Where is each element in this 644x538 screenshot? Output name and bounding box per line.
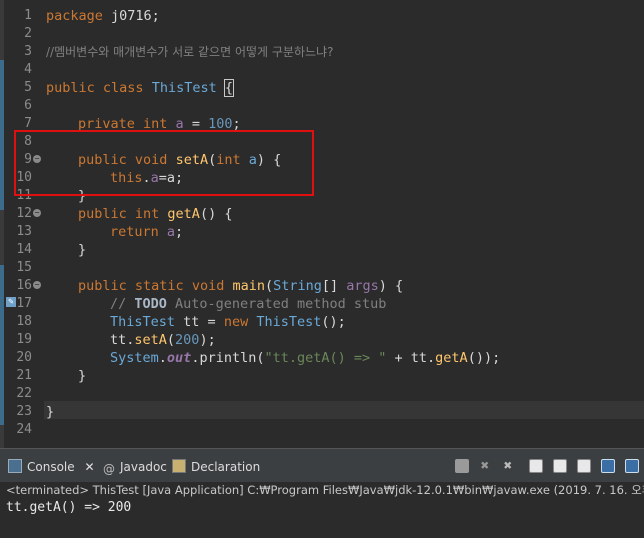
object-creation: ThisTest tt = new ThisTest(); <box>110 313 346 331</box>
tab-console[interactable]: Console ✕ <box>8 458 95 476</box>
console-tab-bar: Console ✕ @ Javadoc Declaration ✖ ✖ <box>0 448 644 482</box>
line-number: 18 <box>16 314 32 329</box>
tab-label: Console <box>27 460 75 474</box>
tab-label: Declaration <box>191 460 261 474</box>
keyword: public <box>78 206 127 222</box>
open-console-icon[interactable] <box>625 459 639 473</box>
println-call: System.out.println("tt.getA() => " + tt.… <box>110 349 500 367</box>
line-number: 14 <box>16 242 32 257</box>
close-brace: } <box>78 368 87 384</box>
return-statement: return a; <box>110 223 183 241</box>
type-name: ThisTest <box>248 314 322 330</box>
javadoc-icon: @ <box>103 462 115 476</box>
dot: . <box>158 350 167 366</box>
paren: ) { <box>378 278 404 294</box>
type-name: System <box>110 350 159 366</box>
tab-javadoc[interactable]: @ Javadoc <box>103 458 167 476</box>
terminate-icon[interactable] <box>455 459 469 473</box>
paren: ()); <box>467 350 501 366</box>
todo-tag: TODO <box>134 296 167 312</box>
field-name: a <box>158 224 176 240</box>
param-name: args <box>346 278 379 294</box>
declaration-icon <box>172 459 186 473</box>
method-name: getA <box>435 350 468 366</box>
paren: ); <box>199 332 216 348</box>
code-editor[interactable]: 1 2 3 4 5 6 7 8 9 10 11 12 13 14 15 16 1… <box>0 0 644 448</box>
getA-declaration: public int getA() { <box>78 205 232 223</box>
line-number: 22 <box>16 386 32 401</box>
variable: tt = <box>175 314 224 330</box>
number-literal: 200 <box>175 332 200 348</box>
fold-icon[interactable]: − <box>33 209 41 217</box>
word-wrap-icon[interactable] <box>553 459 567 473</box>
paren: () { <box>199 206 233 222</box>
line-number: 21 <box>16 368 32 383</box>
keyword: int <box>126 206 168 222</box>
remove-all-icon[interactable]: ✖ <box>501 459 515 473</box>
console-icon <box>8 459 22 473</box>
code-line-1: package j0716; <box>46 7 160 25</box>
pin-console-icon[interactable] <box>577 459 591 473</box>
close-icon[interactable]: ✕ <box>84 460 94 474</box>
line-number: 6 <box>24 98 32 113</box>
scroll-lock-icon[interactable] <box>529 459 543 473</box>
line-number: 20 <box>16 350 32 365</box>
red-highlight-box <box>14 130 314 196</box>
line-number: 15 <box>16 260 32 275</box>
field-name: out <box>166 350 192 366</box>
paren: ( <box>166 332 176 348</box>
array-brackets: [] <box>321 278 347 294</box>
comment-line: //멤버변수와 매개변수가 서로 같으면 어떻게 구분하느냐? <box>46 45 334 59</box>
line-number: 5 <box>24 80 32 95</box>
console-status: <terminated> ThisTest [Java Application]… <box>0 482 644 498</box>
operator: + tt. <box>386 350 436 366</box>
line-number: 19 <box>16 332 32 347</box>
method-name: setA <box>134 332 167 348</box>
fold-icon[interactable]: − <box>33 281 41 289</box>
annotation-icon[interactable]: ✎ <box>6 297 16 307</box>
paren: (); <box>321 314 346 330</box>
keyword: static <box>126 278 192 294</box>
type-name: String <box>273 278 322 294</box>
tab-label: Javadoc <box>120 460 167 474</box>
current-line-highlight <box>44 401 644 419</box>
package-name: j0716; <box>102 8 160 24</box>
line-number: 4 <box>24 62 32 77</box>
close-brace: } <box>78 242 87 258</box>
tab-declaration[interactable]: Declaration <box>172 458 260 476</box>
comment-text: Auto-generated method stub <box>166 296 387 312</box>
comment-slashes: // <box>110 296 135 312</box>
line-number: 3 <box>24 44 32 59</box>
line-number: 23 <box>16 404 32 419</box>
setA-call: tt.setA(200); <box>110 331 216 349</box>
method-call: .println( <box>191 350 265 366</box>
keyword: void <box>191 278 233 294</box>
line-number: 2 <box>24 26 32 41</box>
display-console-icon[interactable] <box>601 459 615 473</box>
string-literal: "tt.getA() => " <box>264 350 387 366</box>
semicolon: ; <box>175 224 184 240</box>
class-declaration: public class ThisTest { <box>46 79 235 97</box>
type-name: ThisTest <box>110 314 176 330</box>
line-number: 24 <box>16 422 32 437</box>
line-number: 13 <box>16 224 32 239</box>
line-number: 1 <box>24 8 32 23</box>
console-output[interactable]: tt.getA() => 200 <box>0 498 644 538</box>
remove-launch-icon[interactable]: ✖ <box>478 459 492 473</box>
method-name: getA <box>167 206 200 222</box>
keyword: return <box>110 224 159 240</box>
class-name: ThisTest <box>151 80 217 96</box>
variable: tt. <box>110 332 135 348</box>
keyword: class <box>94 80 152 96</box>
matching-brace: { <box>223 79 235 97</box>
keyword: package <box>46 8 103 24</box>
close-brace: } <box>46 404 55 420</box>
keyword: public <box>46 80 95 96</box>
main-declaration: public static void main(String[] args) { <box>78 277 403 295</box>
method-name: main <box>232 278 265 294</box>
todo-comment: // TODO Auto-generated method stub <box>110 295 386 313</box>
keyword: public <box>78 278 127 294</box>
paren: ( <box>264 278 274 294</box>
keyword: new <box>223 314 249 330</box>
